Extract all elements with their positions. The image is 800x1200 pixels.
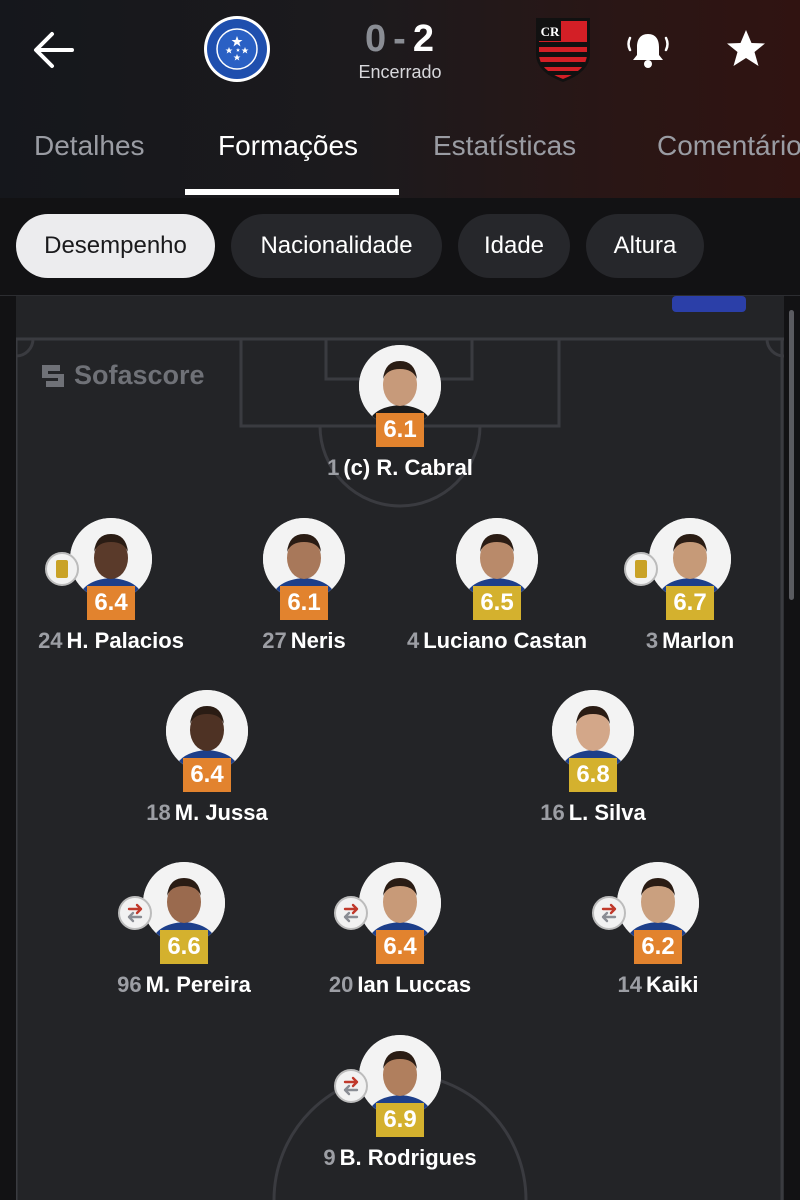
tab-lineups[interactable]: Formações (218, 130, 358, 162)
player-rating: 6.6 (160, 930, 208, 964)
player-name: B. Rodrigues (339, 1145, 477, 1170)
notification-button[interactable] (622, 24, 674, 76)
player-token[interactable]: 6.8 16 L. Silva (493, 690, 693, 830)
sofascore-logo-icon (42, 364, 64, 387)
player-name: M. Jussa (174, 800, 268, 825)
player-token[interactable]: 6.4 18 M. Jussa (107, 690, 307, 830)
player-rating: 6.4 (87, 586, 135, 620)
player-rating: 6.2 (634, 930, 682, 964)
chip-nationality[interactable]: Nacionalidade (231, 214, 442, 278)
match-status: Encerrado (358, 62, 442, 82)
player-name-label: 3 Marlon (550, 628, 800, 654)
chip-age[interactable]: Idade (458, 214, 570, 278)
favorite-button[interactable] (720, 24, 772, 76)
player-rating: 6.7 (666, 586, 714, 620)
match-header: 0-2 Encerrado CR Detalhes Formações Esta… (0, 0, 800, 198)
player-name-label: 18 M. Jussa (67, 800, 347, 826)
player-number: 1 (327, 455, 340, 480)
chip-performance[interactable]: Desempenho (16, 214, 215, 278)
tab-details[interactable]: Detalhes (34, 130, 145, 162)
home-team-crest[interactable] (202, 14, 272, 84)
yellow-card-icon (45, 552, 79, 586)
player-number: 4 (406, 628, 420, 653)
player-number: 96 (117, 972, 142, 997)
tab-bar: Detalhes Formações Estatísticas Comentár… (0, 120, 800, 198)
substitution-icon (334, 1069, 368, 1103)
player-rating: 6.5 (473, 586, 521, 620)
player-number: 14 (617, 972, 642, 997)
chip-height[interactable]: Altura (586, 214, 704, 278)
player-token[interactable]: 6.4 20 Ian Luccas (300, 862, 500, 1002)
player-name: Marlon (662, 628, 735, 653)
substitution-icon (334, 896, 368, 930)
player-number: 24 (38, 628, 63, 653)
player-rating: 6.1 (280, 586, 328, 620)
player-rating: 6.9 (376, 1103, 424, 1137)
player-rating: 6.8 (569, 758, 617, 792)
player-token[interactable]: 6.6 96 M. Pereira (84, 862, 284, 1002)
yellow-card-icon (624, 552, 658, 586)
player-number: 20 (328, 972, 354, 997)
flamengo-crest-icon: CR (536, 18, 590, 82)
back-button[interactable] (28, 26, 80, 74)
player-name: Kaiki (645, 972, 699, 997)
player-name-label: 14 Kaiki (518, 972, 798, 998)
substitution-icon (118, 896, 152, 930)
player-rating: 6.4 (376, 930, 424, 964)
home-score: 0 (365, 18, 388, 60)
away-team-crest[interactable]: CR (530, 14, 596, 84)
player-name-label: 20 Ian Luccas (260, 972, 540, 998)
away-score: 2 (412, 18, 435, 60)
substitution-icon (592, 896, 626, 930)
player-name: M. Pereira (145, 972, 251, 997)
bell-icon (627, 34, 669, 68)
star-icon (727, 30, 765, 66)
player-name: Neris (290, 628, 346, 653)
player-rating: 6.4 (183, 758, 231, 792)
player-name: Ian Luccas (357, 972, 472, 997)
player-name-label: 9 B. Rodrigues (260, 1145, 540, 1171)
player-rating: 6.1 (376, 413, 424, 447)
player-name: L. Silva (568, 800, 646, 825)
player-name-label: 16 L. Silva (453, 800, 733, 826)
player-number: 3 (645, 628, 659, 653)
player-token[interactable]: 6.9 9 B. Rodrigues (300, 1035, 500, 1175)
tab-statistics[interactable]: Estatísticas (433, 130, 576, 162)
player-name-label: 1 (c) R. Cabral (260, 455, 540, 481)
score-separator: - (393, 18, 407, 60)
arrow-left-icon (34, 32, 74, 68)
svg-text:CR: CR (541, 24, 560, 39)
tab-commentary[interactable]: Comentários (657, 130, 800, 162)
player-number: 18 (146, 800, 171, 825)
player-name: (c) R. Cabral (343, 455, 473, 480)
player-number: 27 (262, 628, 287, 653)
sofascore-watermark: Sofascore (40, 360, 205, 391)
score: 0-2 (330, 18, 470, 61)
player-token[interactable]: 6.1 1 (c) R. Cabral (300, 345, 500, 485)
player-token[interactable]: 6.7 3 Marlon (590, 518, 790, 658)
watermark-text: Sofascore (74, 360, 205, 390)
cruzeiro-crest-icon (204, 16, 270, 82)
player-number: 16 (540, 800, 565, 825)
player-number: 9 (323, 1145, 336, 1170)
active-tab-indicator (185, 189, 399, 195)
player-token[interactable]: 6.2 14 Kaiki (558, 862, 758, 1002)
filter-chips: Desempenho Nacionalidade Idade Altura (0, 198, 800, 296)
